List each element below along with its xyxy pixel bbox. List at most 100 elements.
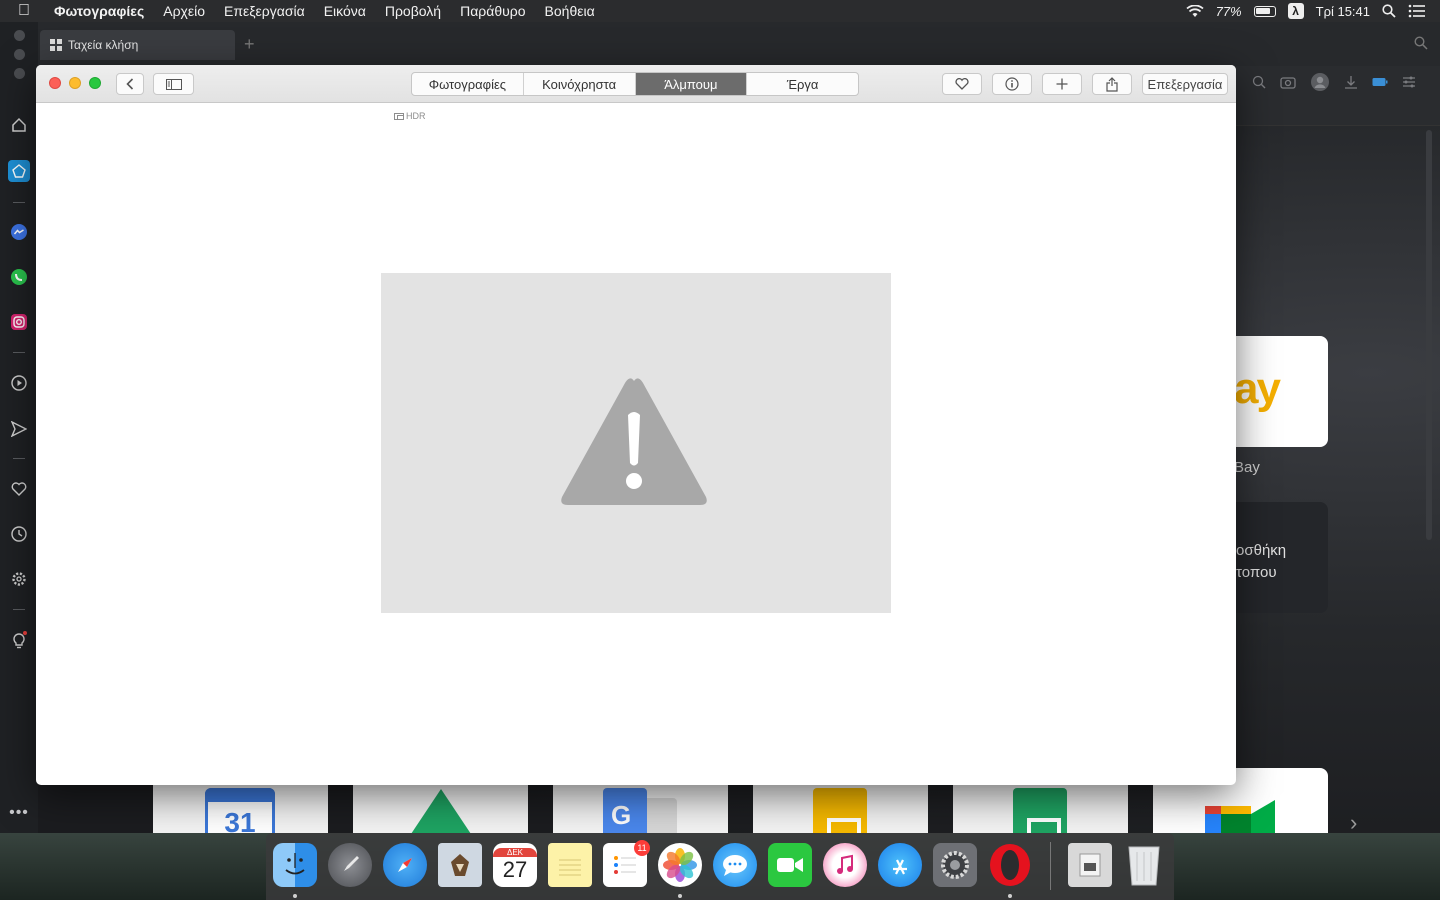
home-icon[interactable] [8, 114, 30, 136]
warning-triangle-icon [561, 378, 707, 505]
speed-dial-add-site-tile[interactable]: οσθήκη τοπου [1236, 502, 1328, 613]
menu-help[interactable]: Βοήθεια [545, 3, 595, 19]
photos-toolbar: Φωτογραφίες Κοινόχρηστα Άλμπουμ Έργα Επε… [36, 65, 1236, 103]
battery-percent: 77% [1215, 3, 1242, 19]
bookmarks-heart-icon[interactable] [8, 478, 30, 500]
instagram-icon[interactable] [8, 311, 30, 333]
menu-app-name[interactable]: Φωτογραφίες [54, 3, 144, 19]
mail-icon[interactable] [438, 843, 482, 887]
window-close-dot[interactable] [13, 30, 25, 41]
menu-view[interactable]: Προβολή [385, 3, 441, 19]
window-minimize-button[interactable] [69, 77, 81, 89]
whatsapp-icon[interactable] [8, 266, 30, 288]
zoom-icon[interactable] [1252, 75, 1266, 89]
downloads-stack-icon[interactable] [1068, 843, 1112, 887]
favorite-button[interactable] [942, 73, 982, 95]
finder-icon[interactable] [273, 843, 317, 887]
browser-toolbar-right [1240, 68, 1440, 96]
ebay-logo: ay [1234, 364, 1281, 413]
window-close-button[interactable] [49, 77, 61, 89]
sidebar-separator [13, 458, 25, 459]
menu-image[interactable]: Εικόνα [324, 3, 366, 19]
speed-dial-tile-google-calendar[interactable]: 31 [153, 785, 328, 833]
segment-shared[interactable]: Κοινόχρηστα [524, 73, 636, 95]
google-slides-icon [813, 788, 867, 833]
opera-running-indicator [1008, 894, 1012, 898]
apple-menu-icon[interactable]:  [18, 2, 36, 20]
speed-dial-tile-google-sheets[interactable] [953, 785, 1128, 833]
speed-dial-tile-google-drive[interactable] [353, 785, 528, 833]
segment-projects[interactable]: Έργα [747, 73, 858, 95]
speed-dial-icon [50, 39, 62, 51]
notification-center-icon[interactable] [1408, 4, 1426, 18]
speed-dial-tile-google-slides[interactable] [753, 785, 928, 833]
launchpad-icon[interactable] [328, 843, 372, 887]
add-site-label-line1: οσθήκη [1236, 542, 1287, 559]
sidebar-toggle-button[interactable] [153, 73, 194, 95]
history-clock-icon[interactable] [8, 523, 30, 545]
view-segmented-control: Φωτογραφίες Κοινόχρηστα Άλμπουμ Έργα [411, 72, 859, 96]
opera-browser-icon[interactable] [988, 843, 1032, 887]
share-button[interactable] [1092, 73, 1132, 95]
back-button[interactable] [116, 73, 144, 95]
dock-separator [1050, 842, 1051, 890]
photos-window: Φωτογραφίες Κοινόχρηστα Άλμπουμ Έργα Επε… [36, 65, 1236, 785]
snapshot-camera-icon[interactable] [1280, 75, 1296, 89]
opera-news-icon[interactable] [8, 160, 30, 182]
sidebar-separator [13, 352, 25, 353]
battery-saver-icon[interactable] [1372, 77, 1388, 87]
menu-window[interactable]: Παράθυρο [460, 3, 525, 19]
segment-albums[interactable]: Άλμπουμ [635, 73, 748, 95]
sidebar-separator [13, 609, 25, 610]
system-preferences-icon[interactable] [933, 843, 977, 887]
app-store-icon[interactable] [878, 843, 922, 887]
settings-gear-icon[interactable] [8, 568, 30, 590]
tab-search-icon[interactable] [1414, 36, 1428, 50]
trash-icon[interactable] [1122, 843, 1166, 887]
google-meet-icon [1205, 800, 1275, 836]
itunes-icon[interactable] [823, 843, 867, 887]
easy-setup-icon[interactable] [1402, 76, 1416, 88]
edit-button[interactable]: Επεξεργασία [1142, 73, 1228, 95]
calendar-day: 27 [502, 856, 528, 882]
messages-icon[interactable] [713, 843, 757, 887]
heart-icon [955, 78, 969, 90]
calendar-icon[interactable]: ΔΕΚ 27 [493, 843, 537, 887]
browser-sidebar: ••• [0, 22, 38, 833]
flow-send-icon[interactable] [8, 418, 30, 440]
info-button[interactable] [992, 73, 1032, 95]
lightbulb-icon[interactable] [8, 629, 30, 651]
window-zoom-button[interactable] [89, 77, 101, 89]
more-options-icon[interactable]: ••• [8, 802, 30, 824]
downloads-icon[interactable] [1344, 75, 1358, 89]
account-avatar-icon[interactable] [1310, 72, 1330, 92]
segment-photos[interactable]: Φωτογραφίες [412, 73, 524, 95]
speed-dial-tile-google-translate[interactable]: G [553, 785, 728, 833]
battery-icon[interactable] [1253, 5, 1276, 17]
finder-running-indicator [293, 894, 297, 898]
new-tab-button[interactable]: + [244, 34, 255, 55]
facetime-icon[interactable] [768, 843, 812, 887]
menu-edit[interactable]: Επεξεργασία [224, 3, 305, 19]
browser-tab[interactable]: Ταχεία κλήση [40, 30, 235, 60]
menu-file[interactable]: Αρχείο [163, 3, 205, 19]
reminders-badge: 11 [634, 840, 650, 856]
player-icon[interactable] [8, 372, 30, 394]
speed-dial-tile-ebay[interactable]: ay [1234, 336, 1328, 447]
spotlight-search-icon[interactable] [1382, 4, 1396, 18]
missing-image-placeholder[interactable] [381, 273, 891, 613]
notes-icon[interactable] [548, 843, 592, 887]
sidebar-separator [13, 202, 25, 203]
window-minimize-dot[interactable] [13, 49, 25, 60]
info-icon [1005, 77, 1019, 91]
speed-dial-label-ebay: Bay [1234, 459, 1260, 476]
safari-icon[interactable] [383, 843, 427, 887]
add-button[interactable] [1042, 73, 1082, 95]
input-source-icon[interactable]: λ [1287, 3, 1304, 19]
page-scrollbar[interactable] [1426, 130, 1432, 540]
messenger-icon[interactable] [8, 221, 30, 243]
wifi-icon[interactable] [1185, 4, 1204, 18]
photos-icon[interactable] [658, 843, 702, 887]
menubar-clock[interactable]: Τρί 15:41 [1316, 4, 1370, 19]
window-zoom-dot[interactable] [13, 68, 25, 79]
